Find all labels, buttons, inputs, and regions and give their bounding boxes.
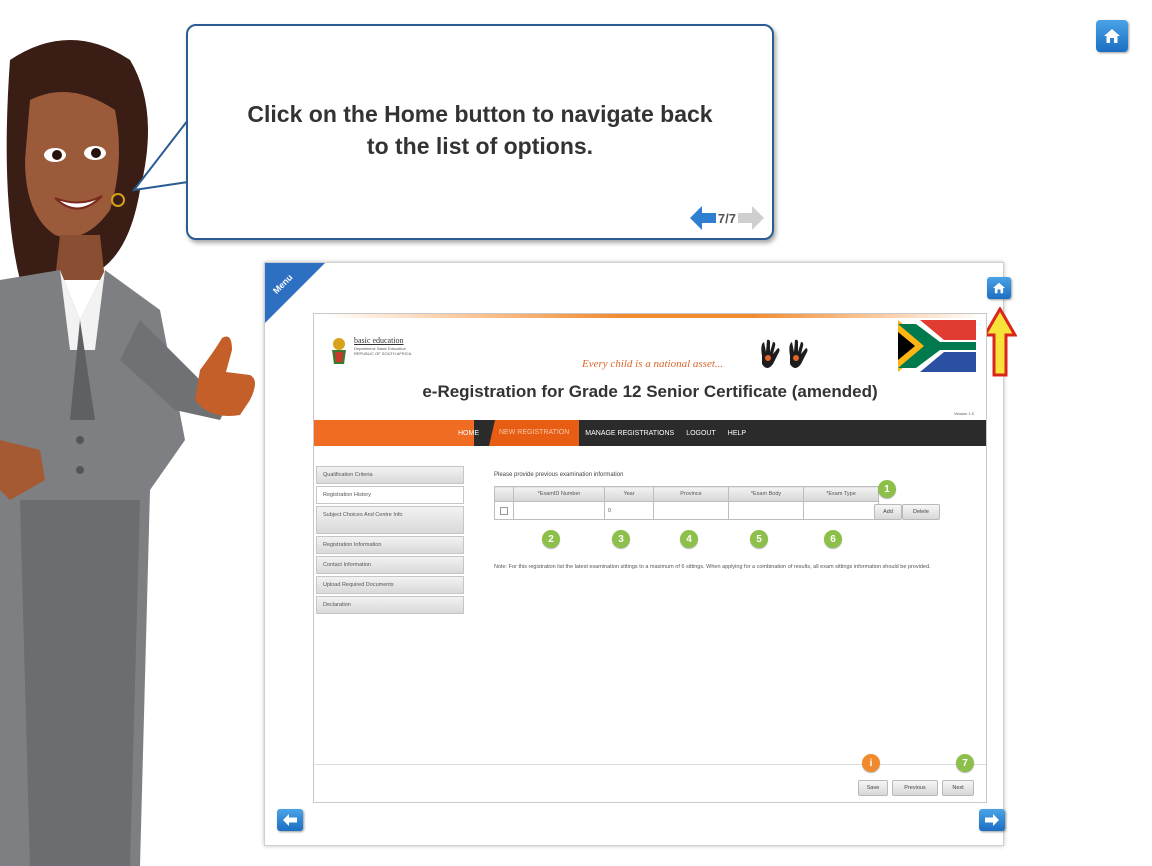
nav-new-registration[interactable]: NEW REGISTRATION bbox=[489, 420, 580, 446]
row-checkbox-cell bbox=[494, 501, 514, 520]
registration-note: Note: For this registration list the lat… bbox=[494, 564, 931, 570]
row-checkbox[interactable] bbox=[500, 506, 508, 515]
marker-6: 6 bbox=[824, 530, 842, 548]
registration-history-form: Please provide previous examination info… bbox=[474, 466, 980, 756]
previous-exams-table: *ExamID Number Year Province *Exam Body … bbox=[494, 486, 879, 520]
sidebar-item-upload-documents[interactable]: Upload Required Documents bbox=[316, 576, 464, 594]
previous-step-arrow-icon[interactable] bbox=[689, 206, 716, 230]
marker-3: 3 bbox=[612, 530, 630, 548]
marker-4: 4 bbox=[680, 530, 698, 548]
step-counter: 7/7 bbox=[717, 210, 736, 226]
nav-manage-registrations[interactable]: MANAGE REGISTRATIONS bbox=[579, 430, 680, 437]
sidebar-item-qualification-criteria[interactable]: Qualification Criteria bbox=[316, 466, 464, 484]
column-header-province: Province bbox=[653, 486, 729, 502]
sidebar-item-declaration[interactable]: Declaration bbox=[316, 596, 464, 614]
exam-body-cell[interactable] bbox=[728, 501, 804, 520]
main-navigation: HOME NEW REGISTRATION MANAGE REGISTRATIO… bbox=[314, 420, 986, 446]
column-header-exam-type: *Exam Type bbox=[803, 486, 879, 502]
slogan: Every child is a national asset... bbox=[582, 358, 724, 370]
nav-home[interactable]: HOME bbox=[452, 430, 485, 437]
next-step-arrow-icon bbox=[738, 206, 764, 230]
logo-title: basic education bbox=[354, 336, 404, 345]
home-button[interactable] bbox=[1096, 20, 1128, 52]
nav-items: HOME NEW REGISTRATION MANAGE REGISTRATIO… bbox=[452, 420, 752, 446]
up-arrow-highlight-icon bbox=[983, 307, 1017, 377]
arrow-right-icon bbox=[985, 814, 999, 826]
marker-2: 2 bbox=[542, 530, 560, 548]
handprints-icon bbox=[761, 339, 808, 368]
forward-button[interactable] bbox=[979, 809, 1005, 831]
form-title: Please provide previous examination info… bbox=[494, 472, 624, 478]
sidebar-item-registration-information[interactable]: Registration Information bbox=[316, 536, 464, 554]
department-logo: basic education Department: Basic Educat… bbox=[324, 336, 474, 376]
app-title: e-Registration for Grade 12 Senior Certi… bbox=[422, 382, 878, 401]
logo-subtitle: Department: Basic Education REPUBLIC OF … bbox=[354, 346, 412, 356]
add-button[interactable]: Add bbox=[874, 504, 902, 520]
panel-home-button[interactable] bbox=[987, 277, 1011, 299]
marker-5: 5 bbox=[750, 530, 768, 548]
version-label: Version 1.0 bbox=[954, 411, 975, 416]
examid-cell[interactable] bbox=[513, 501, 605, 520]
nav-logout[interactable]: LOGOUT bbox=[680, 430, 722, 437]
header-accent-line bbox=[324, 314, 984, 318]
year-cell[interactable]: 0 bbox=[604, 501, 654, 520]
footer-divider bbox=[314, 764, 986, 765]
registration-window: basic education Department: Basic Educat… bbox=[313, 313, 987, 803]
column-header-exam-body: *Exam Body bbox=[728, 486, 804, 502]
table-header-row: *ExamID Number Year Province *Exam Body … bbox=[494, 486, 879, 502]
home-icon bbox=[1104, 29, 1120, 43]
registration-steps-sidebar: Qualification Criteria Registration Hist… bbox=[316, 466, 466, 616]
arrow-left-icon bbox=[283, 814, 297, 826]
province-cell[interactable] bbox=[653, 501, 729, 520]
marker-1: 1 bbox=[878, 480, 896, 498]
sidebar-item-registration-history[interactable]: Registration History bbox=[316, 486, 464, 504]
info-marker: i bbox=[862, 754, 880, 772]
instruction-line-1: Click on the Home button to navigate bac… bbox=[247, 101, 713, 127]
table-row: 0 bbox=[494, 501, 879, 520]
column-header-year: Year bbox=[604, 486, 654, 502]
south-africa-flag-icon bbox=[898, 320, 976, 372]
column-header-examid: *ExamID Number bbox=[513, 486, 605, 502]
marker-7: 7 bbox=[956, 754, 974, 772]
home-icon bbox=[993, 282, 1005, 294]
back-button[interactable] bbox=[277, 809, 303, 831]
bubble-navigation: 7/7 bbox=[689, 204, 764, 232]
next-button[interactable]: Next bbox=[942, 780, 974, 796]
instruction-text: Click on the Home button to navigate bac… bbox=[188, 98, 772, 162]
save-button[interactable]: Save bbox=[858, 780, 888, 796]
nav-accent-bar bbox=[314, 420, 474, 446]
delete-button[interactable]: Delete bbox=[902, 504, 940, 520]
previous-button[interactable]: Previous bbox=[892, 780, 938, 796]
exam-type-cell[interactable] bbox=[803, 501, 879, 520]
sidebar-item-contact-information[interactable]: Contact Information bbox=[316, 556, 464, 574]
coat-of-arms-icon bbox=[332, 338, 346, 364]
select-column-header bbox=[494, 486, 514, 502]
nav-help[interactable]: HELP bbox=[722, 430, 752, 437]
simulation-panel: Menu basic education Department: Basic E… bbox=[264, 262, 1017, 846]
instruction-line-2: to the list of options. bbox=[366, 133, 594, 159]
speech-bubble: Click on the Home button to navigate bac… bbox=[186, 24, 774, 240]
sidebar-item-subject-choices[interactable]: Subject Choices And Centre Info bbox=[316, 506, 464, 534]
